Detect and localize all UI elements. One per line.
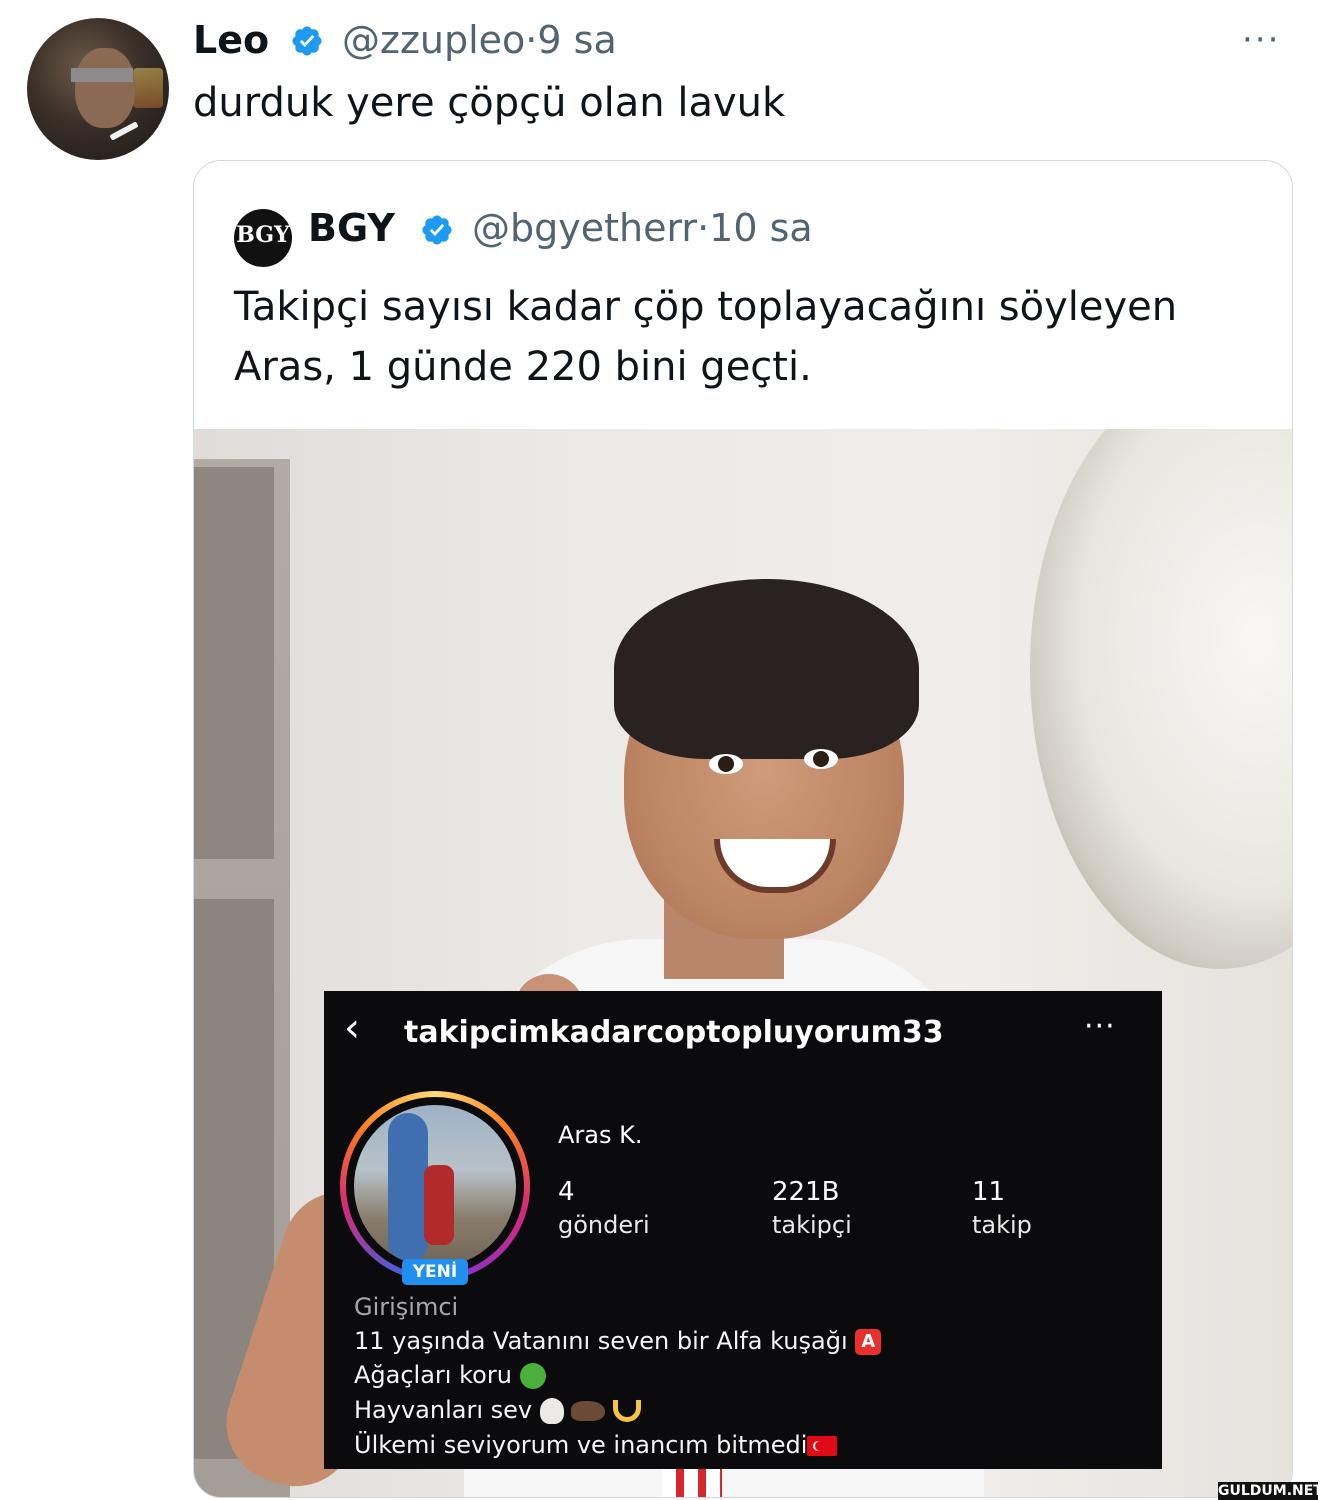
quoted-tweet-text: Takipçi sayısı kadar çöp toplayacağını s… (234, 284, 1178, 390)
ig-bio-line: Ağaçları koru (354, 1361, 546, 1389)
quoted-tweet-card[interactable]: BGY BGY @bgyetherr·10 sa Takipçi sayısı … (193, 160, 1293, 1498)
more-options-icon[interactable]: ··· (1242, 20, 1280, 60)
ig-full-name: Aras K. (558, 1121, 643, 1149)
meta-separator: · (525, 18, 538, 62)
ig-bio-text: Hayvanları sev (354, 1396, 533, 1424)
heart-hands-emoji-icon (613, 1400, 642, 1422)
author-handle[interactable]: @zzupleo (342, 18, 525, 62)
quoted-author-avatar[interactable]: BGY (234, 209, 292, 267)
tweet-time[interactable]: 9 sa (537, 18, 616, 62)
ig-more-icon: ··· (1084, 1009, 1116, 1044)
ig-posts-count: 4 (558, 1177, 575, 1207)
boar-emoji-icon (571, 1401, 606, 1421)
tweet-media-photo[interactable]: ‹ takipcimkadarcoptopluyorum33 ··· YENİ … (194, 429, 1292, 1497)
quoted-author-display-name[interactable]: BGY (308, 206, 395, 250)
ig-bio-line: Ülkemi seviyorum ve inancım bitmedi (354, 1431, 838, 1459)
ig-bio-text: Ağaçları koru (354, 1361, 512, 1389)
turkey-flag-emoji-icon (807, 1436, 838, 1456)
verified-badge-icon (422, 215, 452, 245)
ig-bio-text: Ülkemi seviyorum ve inancım bitmedi (354, 1431, 808, 1459)
verified-badge-icon (292, 26, 322, 56)
instagram-profile-screenshot: ‹ takipcimkadarcoptopluyorum33 ··· YENİ … (324, 991, 1162, 1469)
ig-username: takipcimkadarcoptopluyorum33 (404, 1015, 944, 1050)
photo-kid-eye-right (804, 749, 838, 769)
photo-kid-hair (614, 579, 919, 759)
ig-category: Girişimci (354, 1293, 459, 1321)
author-handle-and-time[interactable]: @zzupleo·9 sa (342, 18, 617, 62)
quoted-tweet-time[interactable]: 10 sa (709, 206, 813, 250)
rabbit-emoji-icon (539, 1398, 564, 1424)
ig-following-count: 11 (972, 1177, 1006, 1207)
ig-posts-label: gönderi (558, 1211, 650, 1239)
tweet-text: durduk yere çöpçü olan lavuk (193, 80, 786, 126)
ig-following-label: takip (972, 1211, 1032, 1239)
quoted-handle-and-time[interactable]: @bgyetherr·10 sa (472, 206, 813, 250)
leo-avatar[interactable] (27, 18, 169, 160)
back-chevron-icon: ‹ (344, 1005, 360, 1051)
tree-emoji-icon (519, 1363, 546, 1389)
quoted-author-handle[interactable]: @bgyetherr (472, 206, 697, 250)
photo-round-mirror (1030, 429, 1292, 969)
ig-bio-line: Hayvanları sev (354, 1396, 642, 1424)
ig-profile-picture (354, 1105, 516, 1267)
ig-bio-line: 11 yaşında Vatanını seven bir Alfa kuşağ… (354, 1327, 882, 1355)
meta-separator: · (697, 206, 710, 250)
ig-new-badge: YENİ (402, 1259, 468, 1285)
ig-followers-count: 221B (772, 1177, 840, 1207)
ig-followers-label: takipçi (772, 1211, 852, 1239)
photo-kid-eye-left (709, 754, 743, 774)
author-display-name[interactable]: Leo (193, 18, 269, 62)
site-watermark: GULDUM.NET (1218, 1482, 1320, 1500)
quoted-avatar-logo-text: BGY (236, 222, 290, 248)
ig-bio-text: 11 yaşında Vatanını seven bir Alfa kuşağ… (354, 1327, 848, 1355)
letter-a-emoji-icon: A (855, 1329, 882, 1355)
